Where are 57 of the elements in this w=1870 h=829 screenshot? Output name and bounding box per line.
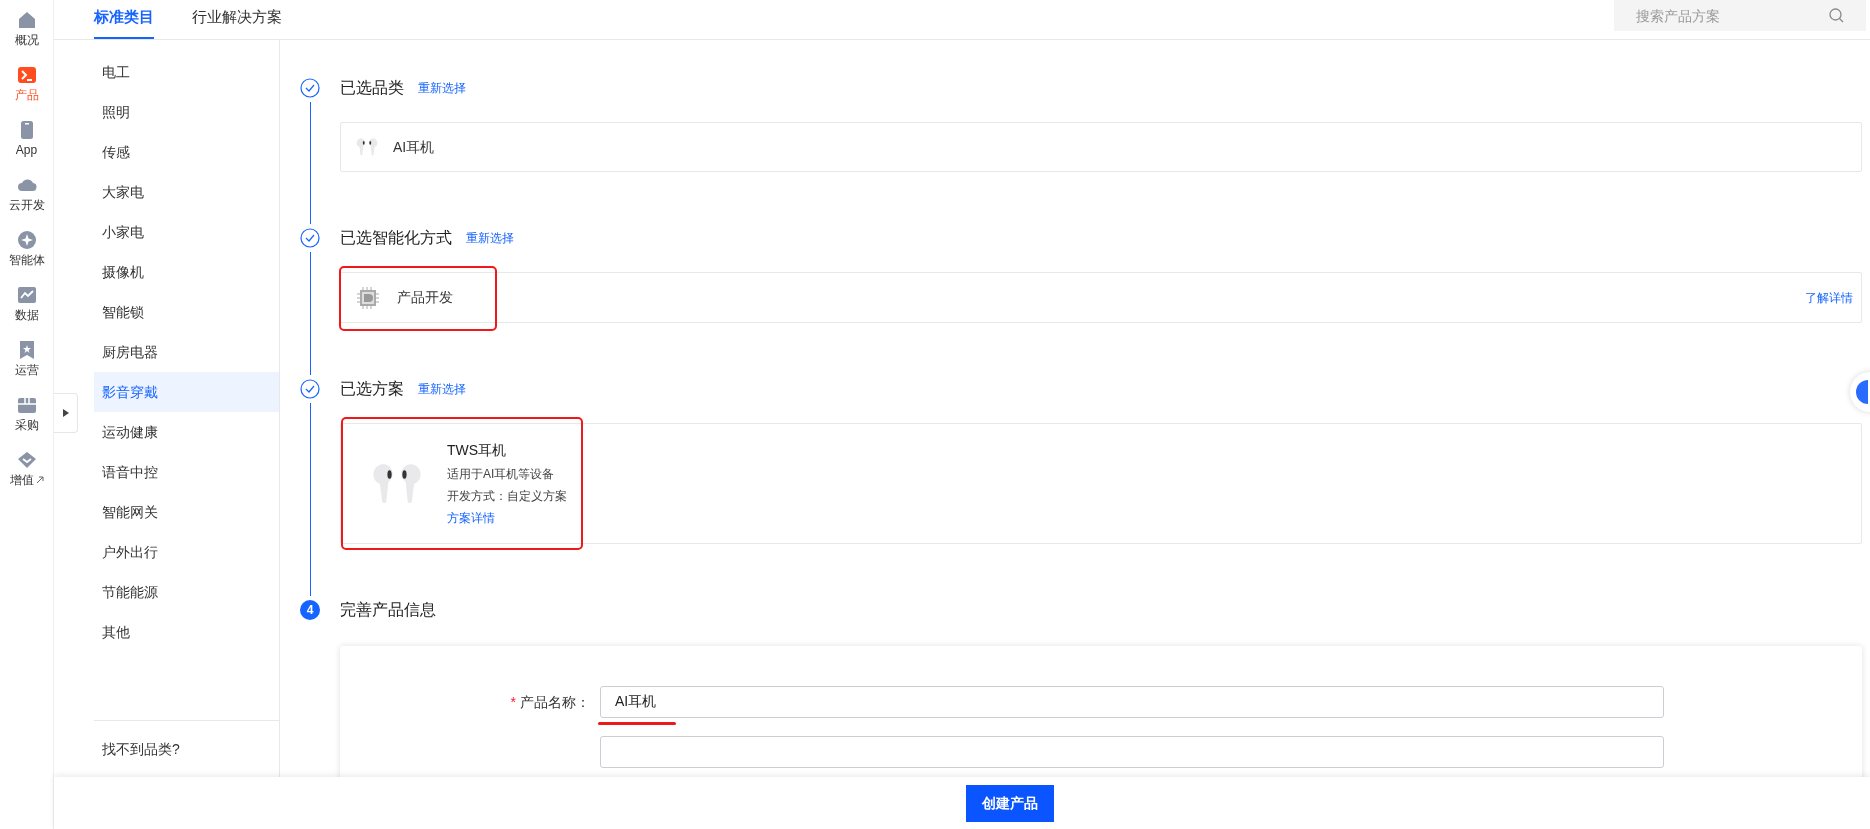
category-tab[interactable]: 行业解决方案	[192, 0, 282, 39]
category-tab[interactable]: 标准类目	[94, 0, 154, 39]
category-item[interactable]: 影音穿戴	[94, 372, 279, 412]
required-mark: *	[510, 692, 516, 712]
category-item[interactable]: 户外出行	[94, 532, 279, 572]
category-item[interactable]: 厨房电器	[94, 332, 279, 372]
reselect-link[interactable]: 重新选择	[418, 79, 466, 97]
development-mode: 开发方式：自定义方案	[447, 488, 567, 505]
chart-icon	[16, 285, 37, 305]
text-input[interactable]: AI耳机	[600, 686, 1664, 718]
box-icon	[16, 395, 37, 415]
step-title: 已选智能化方式	[340, 228, 452, 248]
method-name: 产品开发	[397, 288, 454, 307]
step-number: 4	[300, 600, 320, 620]
nav-item[interactable]: 云开发	[0, 175, 53, 213]
category-item[interactable]: 运动健康	[94, 412, 279, 452]
nav-item[interactable]: 概况	[0, 10, 53, 48]
search-icon	[1829, 8, 1844, 23]
category-item[interactable]: 大家电	[94, 172, 279, 212]
category-help-link[interactable]: 找不到品类?	[102, 739, 180, 760]
category-item[interactable]: 摄像机	[94, 252, 279, 292]
expand-handle[interactable]	[54, 393, 78, 433]
field-label: 产品名称：	[520, 692, 590, 712]
home-icon	[16, 10, 37, 30]
category-item[interactable]: 传感	[94, 132, 279, 172]
step-title: 完善产品信息	[340, 600, 436, 620]
reselect-link[interactable]: 重新选择	[418, 380, 466, 398]
sparkle-icon	[16, 230, 37, 250]
category-name: AI耳机	[393, 137, 435, 157]
category-item[interactable]: 智能网关	[94, 492, 279, 532]
nav-item[interactable]: 采购	[0, 395, 53, 433]
diamond-icon	[16, 450, 37, 470]
nav-item[interactable]: 智能体	[0, 230, 53, 268]
chip-icon	[357, 286, 379, 309]
category-item[interactable]: 节能能源	[94, 572, 279, 612]
solution-name: TWS耳机	[447, 441, 508, 460]
step-title: 已选品类	[340, 78, 404, 98]
step-title: 已选方案	[340, 379, 404, 399]
search-field[interactable]: 搜索产品方案	[1614, 0, 1866, 31]
category-item[interactable]: 小家电	[94, 212, 279, 252]
nav-item[interactable]: 数据	[0, 285, 53, 323]
nav-item[interactable]: App	[0, 120, 53, 158]
solution-details-link[interactable]: 方案详情	[447, 509, 567, 527]
text-input[interactable]	[600, 736, 1664, 768]
learn-more-link[interactable]: 了解详情	[1805, 288, 1853, 307]
nav-item[interactable]: 运营	[0, 340, 53, 378]
nav-item[interactable]: 增值	[0, 450, 53, 488]
category-item[interactable]: 电工	[94, 52, 279, 92]
create-product-button[interactable]: 创建产品	[966, 784, 1054, 822]
category-item[interactable]: 其他	[94, 612, 279, 652]
category-item[interactable]: 语音中控	[94, 452, 279, 492]
reselect-link[interactable]: 重新选择	[466, 229, 514, 247]
terminal-icon	[16, 65, 37, 85]
caret-icon	[62, 409, 69, 417]
solution-description: 适用于AI耳机等设备	[447, 466, 556, 483]
category-item[interactable]: 智能锁	[94, 292, 279, 332]
category-item[interactable]: 照明	[94, 92, 279, 132]
